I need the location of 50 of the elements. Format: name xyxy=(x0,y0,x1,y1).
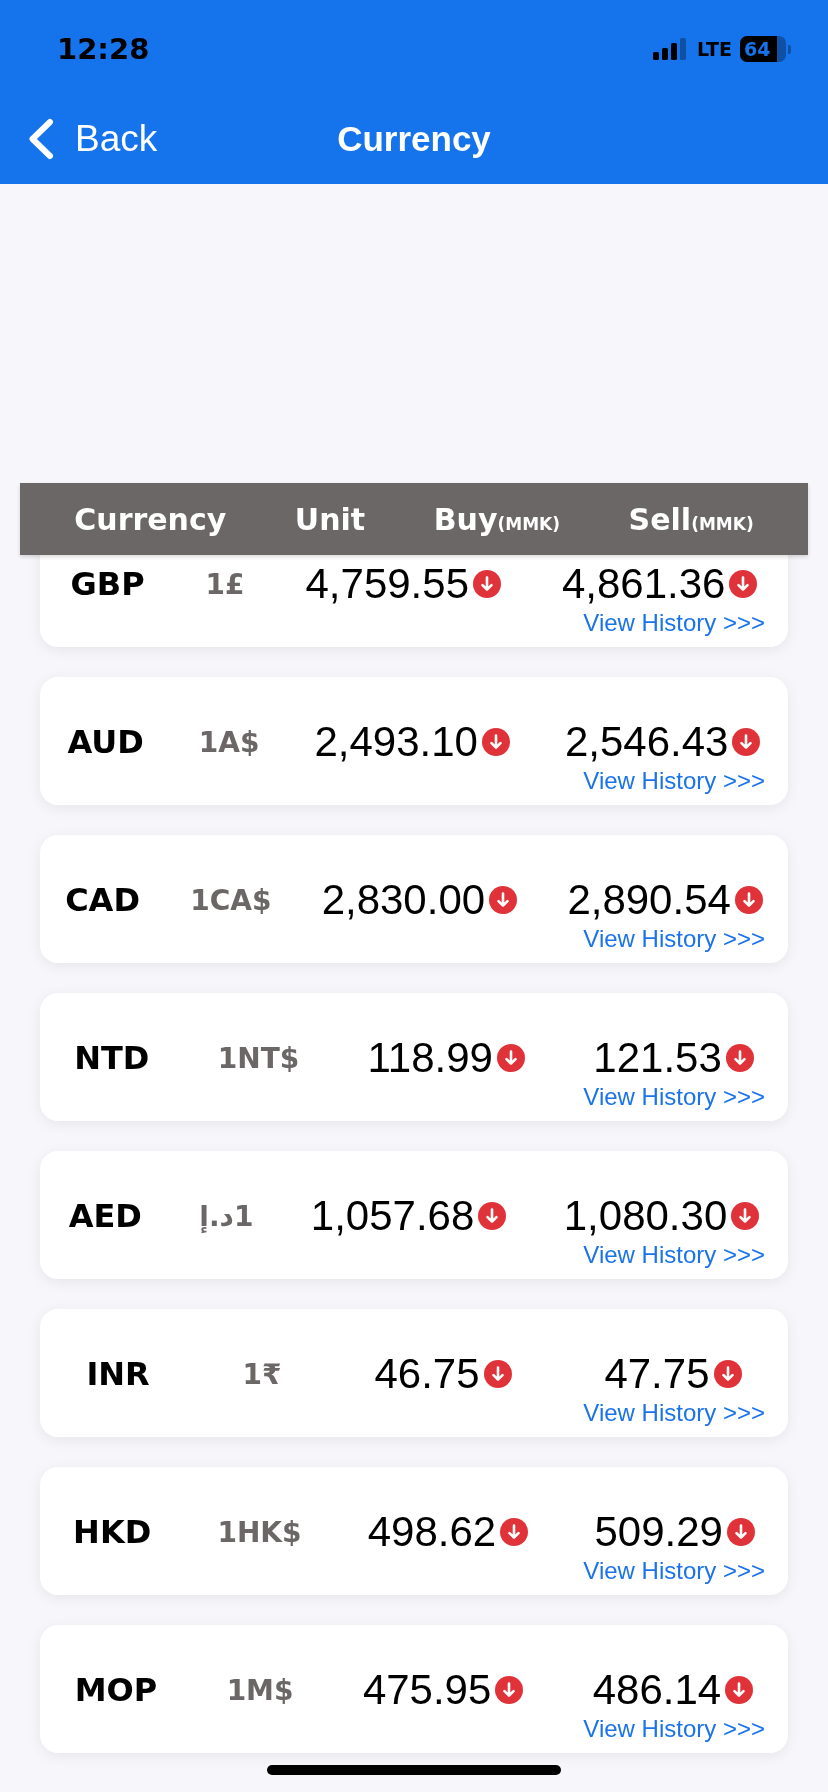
unit-label: 1HK$ xyxy=(217,1515,302,1549)
sell-rate: 47.75 xyxy=(604,1351,710,1397)
buy-rate: 1,057.68 xyxy=(310,1193,475,1239)
sell-rate: 2,890.54 xyxy=(567,877,731,923)
buy-rate: 2,830.00 xyxy=(321,877,486,923)
currency-code: GBP xyxy=(70,565,145,603)
view-history-link[interactable]: View History >>> xyxy=(583,768,765,794)
unit-label: 1A$ xyxy=(198,725,260,759)
buy-rate: 46.75 xyxy=(374,1351,480,1397)
status-time: 12:28 xyxy=(57,32,150,66)
currency-code: HKD xyxy=(73,1513,152,1551)
sell-rate: 1,080.30 xyxy=(563,1193,728,1239)
buy-rate: 2,493.10 xyxy=(314,719,478,765)
view-history-link[interactable]: View History >>> xyxy=(583,1242,765,1268)
sell-rate: 121.53 xyxy=(593,1035,722,1081)
view-history-link[interactable]: View History >>> xyxy=(583,1400,765,1426)
battery-indicator: 64 xyxy=(740,36,791,62)
unit-label: 1CA$ xyxy=(190,883,272,917)
currency-code: AUD xyxy=(67,723,144,761)
buy-rate: 475.95 xyxy=(362,1667,492,1713)
column-header: Currency xyxy=(74,501,227,537)
back-button[interactable]: Back xyxy=(0,118,158,160)
column-header: Unit xyxy=(294,501,366,537)
view-history-link[interactable]: View History >>> xyxy=(583,1084,765,1110)
unit-label: 1₹ xyxy=(242,1357,282,1391)
view-history-link[interactable]: View History >>> xyxy=(583,1716,765,1742)
currency-code: NTD xyxy=(74,1039,150,1077)
sell-rate: 509.29 xyxy=(594,1509,723,1555)
chevron-left-icon xyxy=(27,118,55,160)
currency-code: AED xyxy=(68,1197,142,1235)
buy-rate: 118.99 xyxy=(367,1035,493,1081)
sell-rate: 2,546.43 xyxy=(564,719,729,765)
sell-rate: 486.14 xyxy=(592,1667,722,1713)
unit-label: 1£ xyxy=(205,567,245,601)
unit-label: 1د.إ xyxy=(199,1199,254,1233)
column-header: Sell(MMK) xyxy=(628,501,754,537)
view-history-link[interactable]: View History >>> xyxy=(583,610,765,636)
currency-code: CAD xyxy=(65,881,140,919)
screen-title: Currency xyxy=(337,119,491,159)
view-history-link[interactable]: View History >>> xyxy=(583,926,765,952)
sell-rate: 4,861.36 xyxy=(561,561,726,607)
view-history-link[interactable]: View History >>> xyxy=(583,1558,765,1584)
currency-code: MOP xyxy=(74,1671,158,1709)
column-header: Buy(MMK) xyxy=(433,501,561,537)
network-label: LTE xyxy=(697,38,732,60)
unit-label: 1M$ xyxy=(226,1673,294,1707)
currency-code: INR xyxy=(86,1355,150,1393)
buy-rate: 4,759.55 xyxy=(305,561,469,607)
buy-rate: 498.62 xyxy=(367,1509,497,1555)
unit-label: 1NT$ xyxy=(217,1041,300,1075)
